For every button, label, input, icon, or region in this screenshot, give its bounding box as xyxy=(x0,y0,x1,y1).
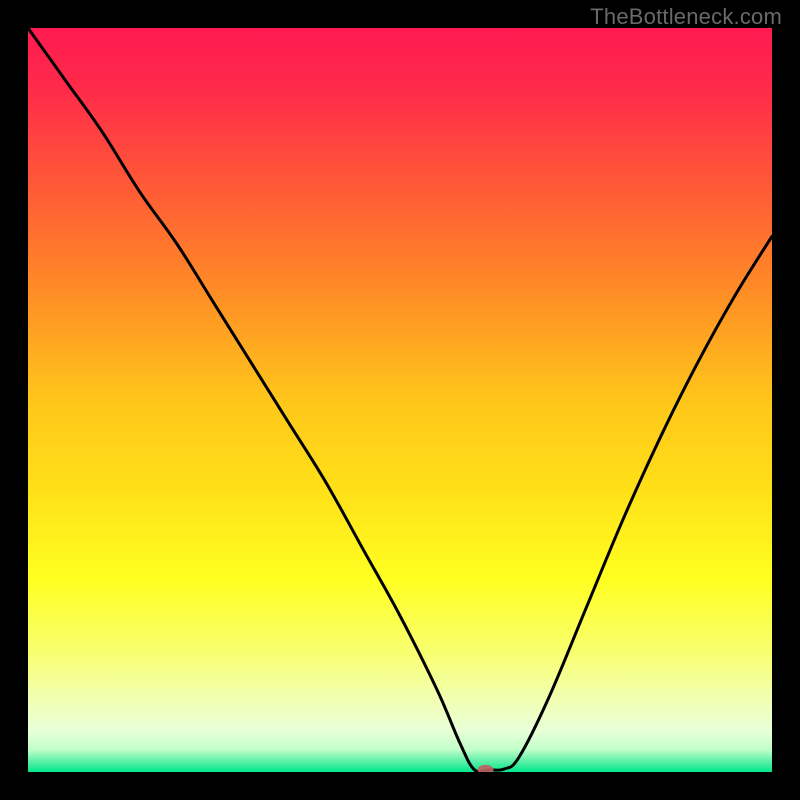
chart-container: { "watermark": "TheBottleneck.com", "cha… xyxy=(0,0,800,800)
plot-background xyxy=(28,28,772,772)
optimal-point-marker xyxy=(478,765,494,775)
watermark-label: TheBottleneck.com xyxy=(590,4,782,30)
bottleneck-chart xyxy=(0,0,800,800)
